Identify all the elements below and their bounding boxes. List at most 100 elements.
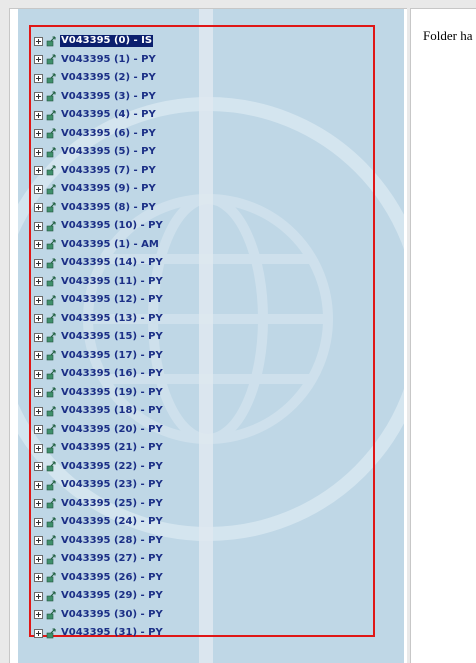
expand-plus-icon[interactable]	[34, 92, 43, 102]
tree-node-label[interactable]: V043395 (11) - PY	[60, 276, 164, 288]
tree-node-label[interactable]: V043395 (13) - PY	[60, 313, 164, 325]
tree-node-label[interactable]: V043395 (6) - PY	[60, 128, 157, 140]
expand-plus-icon[interactable]	[34, 166, 43, 176]
tree-row[interactable]: V043395 (15) - PY	[34, 328, 164, 347]
tree-row[interactable]: V043395 (16) - PY	[34, 365, 164, 384]
expand-plus-icon[interactable]	[34, 443, 43, 453]
tree-row[interactable]: V043395 (30) - PY	[34, 606, 164, 625]
expand-plus-icon[interactable]	[34, 610, 43, 620]
tree-node-label[interactable]: V043395 (22) - PY	[60, 461, 164, 473]
expand-plus-icon[interactable]	[34, 573, 43, 583]
expand-plus-icon[interactable]	[34, 388, 43, 398]
tree-node-label[interactable]: V043395 (29) - PY	[60, 590, 164, 602]
expand-plus-icon[interactable]	[34, 591, 43, 601]
tree-node-label[interactable]: V043395 (8) - PY	[60, 202, 157, 214]
expand-plus-icon[interactable]	[34, 129, 43, 139]
tree-row[interactable]: V043395 (25) - PY	[34, 495, 164, 514]
tree-node-label[interactable]: V043395 (14) - PY	[60, 257, 164, 269]
expand-plus-icon[interactable]	[34, 406, 43, 416]
tree-row[interactable]: V043395 (14) - PY	[34, 254, 164, 273]
tree-node-label[interactable]: V043395 (4) - PY	[60, 109, 157, 121]
tree-row[interactable]: V043395 (27) - PY	[34, 550, 164, 569]
expand-plus-icon[interactable]	[34, 314, 43, 324]
tree-row[interactable]: V043395 (20) - PY	[34, 421, 164, 440]
tree-row[interactable]: V043395 (9) - PY	[34, 180, 164, 199]
tree-node-label[interactable]: V043395 (20) - PY	[60, 424, 164, 436]
expand-plus-icon[interactable]	[34, 73, 43, 83]
tree-node-label[interactable]: V043395 (17) - PY	[60, 350, 164, 362]
tree-node-label[interactable]: V043395 (26) - PY	[60, 572, 164, 584]
expand-plus-icon[interactable]	[34, 277, 43, 287]
tree-row[interactable]: V043395 (29) - PY	[34, 587, 164, 606]
tree-row[interactable]: V043395 (3) - PY	[34, 88, 164, 107]
expand-plus-icon[interactable]	[34, 184, 43, 194]
tree-row[interactable]: V043395 (5) - PY	[34, 143, 164, 162]
tree-node-label[interactable]: V043395 (3) - PY	[60, 91, 157, 103]
tree-node-label[interactable]: V043395 (15) - PY	[60, 331, 164, 343]
tree-row[interactable]: V043395 (28) - PY	[34, 532, 164, 551]
expand-plus-icon[interactable]	[34, 258, 43, 268]
tree-row[interactable]: V043395 (31) - PY	[34, 624, 164, 643]
expand-plus-icon[interactable]	[34, 462, 43, 472]
expand-plus-icon[interactable]	[34, 425, 43, 435]
tree-row[interactable]: V043395 (2) - PY	[34, 69, 164, 88]
tree-row[interactable]: V043395 (1) - AM	[34, 236, 164, 255]
tree-row[interactable]: V043395 (17) - PY	[34, 347, 164, 366]
expand-plus-icon[interactable]	[34, 203, 43, 213]
tree-node-label[interactable]: V043395 (12) - PY	[60, 294, 164, 306]
tree-node-label[interactable]: V043395 (31) - PY	[60, 627, 164, 639]
tree-node-label[interactable]: V043395 (1) - AM	[60, 239, 160, 251]
expand-plus-icon[interactable]	[34, 147, 43, 157]
tree-node-label[interactable]: V043395 (16) - PY	[60, 368, 164, 380]
tree-node-label[interactable]: V043395 (25) - PY	[60, 498, 164, 510]
tree-row[interactable]: V043395 (19) - PY	[34, 384, 164, 403]
expand-plus-icon[interactable]	[34, 332, 43, 342]
expand-plus-icon[interactable]	[34, 55, 43, 65]
tree-row[interactable]: V043395 (26) - PY	[34, 569, 164, 588]
tree-row[interactable]: V043395 (11) - PY	[34, 273, 164, 292]
tree-node-label[interactable]: V043395 (7) - PY	[60, 165, 157, 177]
tree-row[interactable]: V043395 (23) - PY	[34, 476, 164, 495]
tree-node-label[interactable]: V043395 (19) - PY	[60, 387, 164, 399]
tree-row[interactable]: V043395 (24) - PY	[34, 513, 164, 532]
tree-node-label[interactable]: V043395 (10) - PY	[60, 220, 164, 232]
expand-plus-icon[interactable]	[34, 499, 43, 509]
tree-node-label[interactable]: V043395 (5) - PY	[60, 146, 157, 158]
tree-row[interactable]: V043395 (21) - PY	[34, 439, 164, 458]
expand-plus-icon[interactable]	[34, 295, 43, 305]
tree-row[interactable]: V043395 (8) - PY	[34, 199, 164, 218]
tree-node-label[interactable]: V043395 (28) - PY	[60, 535, 164, 547]
tree-node-label[interactable]: V043395 (23) - PY	[60, 479, 164, 491]
tree-node-label[interactable]: V043395 (24) - PY	[60, 516, 164, 528]
folder-arrow-icon	[46, 535, 56, 546]
tree-row[interactable]: V043395 (10) - PY	[34, 217, 164, 236]
tree-node-label[interactable]: V043395 (21) - PY	[60, 442, 164, 454]
expand-plus-icon[interactable]	[34, 240, 43, 250]
tree-row[interactable]: V043395 (18) - PY	[34, 402, 164, 421]
tree-row[interactable]: V043395 (6) - PY	[34, 125, 164, 144]
expand-plus-icon[interactable]	[34, 351, 43, 361]
tree-row[interactable]: V043395 (0) - IS	[34, 32, 164, 51]
expand-plus-icon[interactable]	[34, 36, 43, 46]
tree-row[interactable]: V043395 (13) - PY	[34, 310, 164, 329]
tree-node-label[interactable]: V043395 (27) - PY	[60, 553, 164, 565]
expand-plus-icon[interactable]	[34, 628, 43, 638]
expand-plus-icon[interactable]	[34, 110, 43, 120]
tree-row[interactable]: V043395 (22) - PY	[34, 458, 164, 477]
tree-node-label[interactable]: V043395 (30) - PY	[60, 609, 164, 621]
tree-row[interactable]: V043395 (7) - PY	[34, 162, 164, 181]
tree-node-label[interactable]: V043395 (18) - PY	[60, 405, 164, 417]
expand-plus-icon[interactable]	[34, 369, 43, 379]
expand-plus-icon[interactable]	[34, 554, 43, 564]
tree-node-label[interactable]: V043395 (0) - IS	[60, 35, 154, 48]
tree-node-label[interactable]: V043395 (2) - PY	[60, 72, 157, 84]
tree-row[interactable]: V043395 (12) - PY	[34, 291, 164, 310]
tree-node-label[interactable]: V043395 (1) - PY	[60, 54, 157, 66]
expand-plus-icon[interactable]	[34, 536, 43, 546]
tree-node-label[interactable]: V043395 (9) - PY	[60, 183, 157, 195]
tree-row[interactable]: V043395 (4) - PY	[34, 106, 164, 125]
tree-row[interactable]: V043395 (1) - PY	[34, 51, 164, 70]
expand-plus-icon[interactable]	[34, 480, 43, 490]
expand-plus-icon[interactable]	[34, 517, 43, 527]
expand-plus-icon[interactable]	[34, 221, 43, 231]
